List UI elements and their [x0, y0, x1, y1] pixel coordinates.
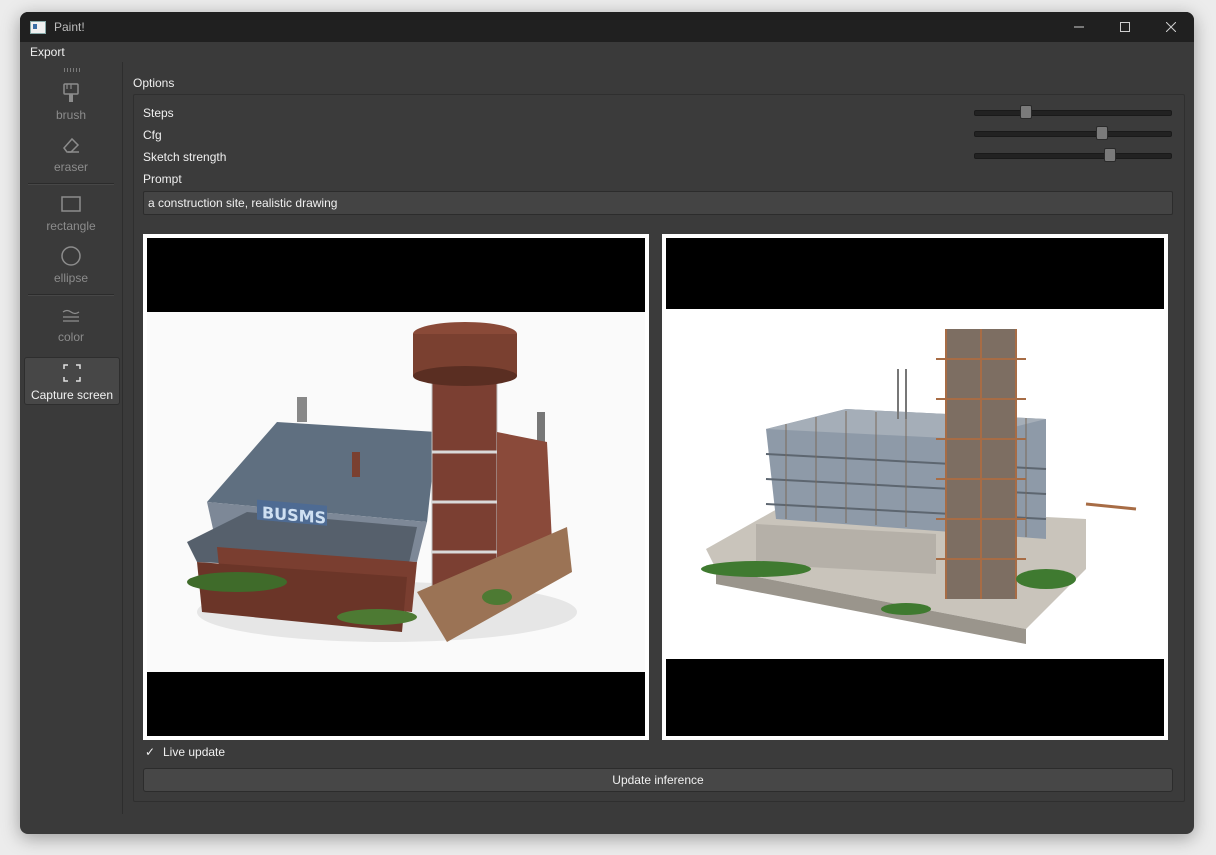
rectangle-tool[interactable]: rectangle [24, 189, 118, 239]
output-image [666, 309, 1164, 659]
sketch-strength-slider-handle[interactable] [1103, 148, 1116, 162]
toolbar-grip-handle[interactable] [64, 68, 80, 72]
minimize-button[interactable] [1056, 12, 1102, 42]
input-canvas[interactable]: BUSMS [143, 234, 649, 740]
ellipse-tool-label: ellipse [53, 271, 89, 285]
app-window: Paint! Export brush eraser rectangle ell… [20, 12, 1194, 834]
sketch-strength-slider[interactable] [974, 148, 1172, 162]
output-canvas [662, 234, 1168, 740]
window-title: Paint! [54, 20, 85, 34]
tool-panel: brush eraser rectangle ellipse color Cap… [20, 62, 123, 814]
capture-screen-tool[interactable]: Capture screen [24, 357, 120, 405]
close-icon [1166, 22, 1176, 32]
steps-slider[interactable] [974, 105, 1172, 119]
update-inference-button[interactable]: Update inference [143, 768, 1173, 792]
export-menu[interactable]: Export [30, 45, 65, 59]
brush-icon [63, 83, 79, 102]
cfg-label: Cfg [143, 128, 162, 142]
cfg-slider-handle[interactable] [1095, 126, 1108, 140]
eraser-tool-label: eraser [53, 160, 88, 174]
toolbar-divider [28, 294, 114, 296]
live-update-checkbox[interactable]: ✓ [145, 746, 157, 758]
brush-tool-label: brush [55, 108, 87, 122]
prompt-input-value: a construction site, realistic drawing [148, 196, 338, 210]
live-update-label: Live update [163, 745, 226, 759]
prompt-label: Prompt [143, 172, 182, 186]
rectangle-icon [61, 196, 81, 212]
prompt-input[interactable]: a construction site, realistic drawing [143, 191, 1173, 215]
cfg-slider[interactable] [974, 126, 1172, 140]
eraser-icon [63, 137, 80, 153]
menu-bar: Export [20, 42, 1194, 62]
close-button[interactable] [1148, 12, 1194, 42]
capture-screen-icon [63, 364, 81, 382]
ellipse-tool[interactable]: ellipse [24, 241, 118, 291]
brush-tool[interactable]: brush [24, 78, 118, 128]
steps-label: Steps [143, 106, 174, 120]
ellipse-icon [61, 246, 81, 266]
maximize-icon [1120, 22, 1130, 32]
eraser-tool[interactable]: eraser [24, 130, 118, 180]
sketch-strength-label: Sketch strength [143, 150, 227, 164]
color-tool[interactable]: color [24, 300, 118, 350]
options-panel: Steps Cfg Sketch strength Prompt a const… [133, 94, 1185, 802]
capture-screen-label: Capture screen [30, 388, 114, 402]
color-icon [62, 309, 80, 322]
options-title: Options [133, 76, 175, 90]
title-bar: Paint! [20, 12, 1194, 42]
steps-slider-handle[interactable] [1020, 105, 1033, 119]
toolbar-divider [28, 183, 114, 185]
input-image: BUSMS [147, 312, 645, 672]
maximize-button[interactable] [1102, 12, 1148, 42]
live-update-row: ✓ Live update [145, 745, 225, 759]
minimize-icon [1074, 26, 1084, 28]
rectangle-tool-label: rectangle [46, 219, 96, 233]
app-icon [30, 20, 46, 34]
color-tool-label: color [57, 330, 84, 344]
